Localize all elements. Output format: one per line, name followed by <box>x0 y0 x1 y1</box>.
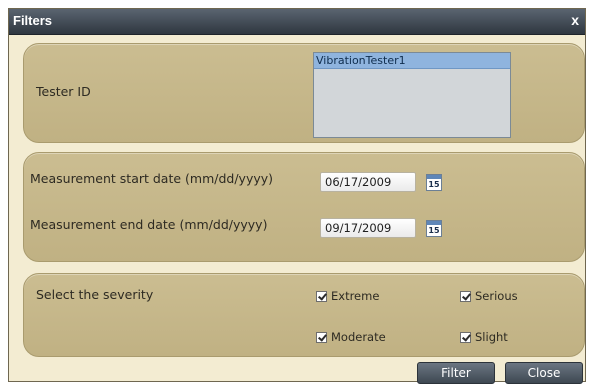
dialog-title: Filters <box>13 13 53 28</box>
filter-button[interactable]: Filter <box>417 362 495 384</box>
severity-panel: Select the severity Extreme Serious Mode… <box>23 273 585 357</box>
slight-label: Slight <box>475 330 508 344</box>
serious-label: Serious <box>475 289 518 303</box>
start-date-field[interactable]: 06/17/2009 <box>320 172 416 192</box>
checkbox-checked-icon[interactable] <box>316 331 327 343</box>
end-calendar-icon[interactable]: 15 <box>426 220 442 237</box>
extreme-label: Extreme <box>331 289 380 303</box>
checkbox-checked-icon[interactable] <box>316 290 327 302</box>
moderate-label: Moderate <box>331 330 386 344</box>
extreme-checkbox[interactable]: Extreme <box>316 289 379 303</box>
dialog-titlebar[interactable]: Filters x <box>9 9 585 35</box>
start-calendar-icon[interactable]: 15 <box>426 174 442 191</box>
calendar-day: 15 <box>428 180 440 189</box>
tester-panel: Tester ID VibrationTester1 <box>23 43 585 143</box>
checkbox-checked-icon[interactable] <box>460 290 471 302</box>
start-date-label: Measurement start date (mm/dd/yyyy) <box>30 171 274 186</box>
slight-checkbox[interactable]: Slight <box>460 330 508 344</box>
end-date-label: Measurement end date (mm/dd/yyyy) <box>30 217 268 232</box>
checkbox-checked-icon[interactable] <box>460 331 471 343</box>
close-icon[interactable]: x <box>571 12 579 28</box>
filters-dialog: Filters x Tester ID VibrationTester1 Mea… <box>8 8 586 384</box>
tester-id-label: Tester ID <box>36 84 91 99</box>
date-panel: Measurement start date (mm/dd/yyyy) 06/1… <box>23 152 585 262</box>
severity-label: Select the severity <box>36 287 154 302</box>
close-button[interactable]: Close <box>505 362 583 384</box>
list-item[interactable]: VibrationTester1 <box>314 53 510 69</box>
end-date-field[interactable]: 09/17/2009 <box>320 218 416 238</box>
serious-checkbox[interactable]: Serious <box>460 289 518 303</box>
moderate-checkbox[interactable]: Moderate <box>316 330 386 344</box>
tester-id-listbox[interactable]: VibrationTester1 <box>313 52 511 138</box>
calendar-day: 15 <box>428 226 440 235</box>
